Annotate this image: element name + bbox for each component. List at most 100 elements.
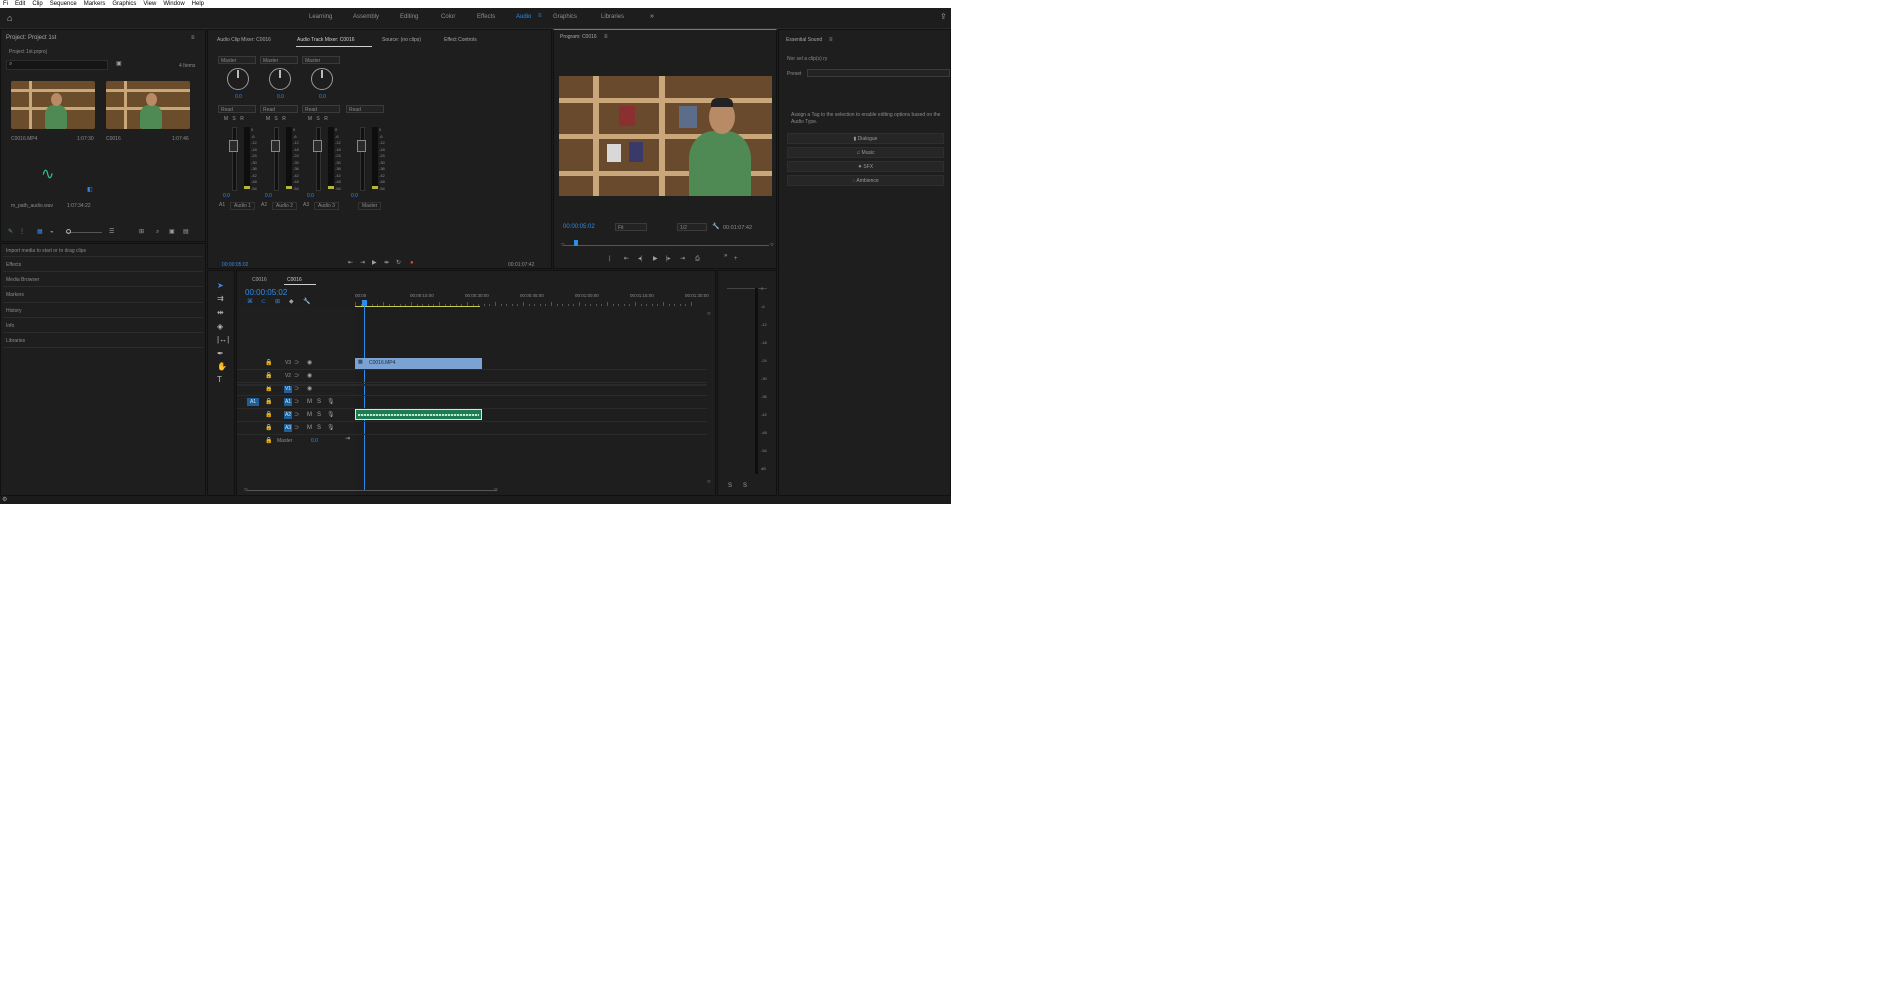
voiceover-mic-icon[interactable]: 🎙 — [327, 399, 335, 405]
pan-value-0[interactable]: 0.0 — [235, 94, 242, 100]
type-tool-icon[interactable]: T — [217, 375, 222, 384]
freeform-view-icon[interactable]: ◒ — [50, 229, 54, 235]
solo-button-1[interactable]: S — [272, 115, 280, 123]
tab-audio-clip-mixer[interactable]: Audio Clip Mixer: C0016 — [217, 37, 271, 43]
play-icon[interactable]: ▶ — [372, 260, 377, 266]
mark-out-icon[interactable]: ⇥ — [680, 256, 685, 262]
track-lock-icon[interactable]: 🔒 — [265, 360, 272, 366]
timeline-settings-icon[interactable]: 🔧 — [303, 299, 310, 305]
automate-icon[interactable]: ⊞ — [139, 229, 144, 235]
nest-icon[interactable]: ⌘ — [247, 299, 253, 305]
workspace-tab-effects[interactable]: Effects — [477, 14, 495, 20]
source-patch-a1[interactable]: A1 — [247, 398, 259, 406]
project-search-input[interactable] — [6, 60, 108, 70]
automation-select-3[interactable]: Read — [346, 105, 384, 113]
panel-libraries[interactable]: Libraries — [6, 338, 25, 344]
program-video-frame[interactable] — [559, 76, 772, 196]
project-clip-thumbnail-1[interactable] — [11, 81, 95, 129]
menu-item-1[interactable]: Edit — [15, 0, 25, 8]
add-marker-icon[interactable]: | — [609, 256, 611, 262]
track-lock-icon[interactable]: 🔒 — [265, 373, 272, 379]
panel-history[interactable]: History — [6, 308, 22, 314]
menu-item-0[interactable]: Fi — [3, 0, 8, 8]
program-timecode[interactable]: 00:00:05:02 — [563, 224, 595, 230]
go-to-end-icon[interactable]: ⇥ — [345, 436, 350, 442]
volume-fader-handle-2[interactable] — [313, 140, 322, 152]
tab-audio-track-mixer[interactable]: Audio Track Mixer: C0016 — [297, 37, 355, 43]
volume-value-1[interactable]: 0.0 — [265, 193, 272, 199]
essential-sound-title[interactable]: Essential Sound — [786, 37, 822, 43]
video-clip[interactable]: ▩ C0016.MP4 — [355, 358, 482, 369]
mute-track-icon[interactable]: M — [307, 412, 312, 418]
solo-right-icon[interactable]: S — [743, 483, 747, 489]
menu-item-5[interactable]: Graphics — [112, 0, 136, 8]
eye-icon[interactable]: ◉ — [307, 386, 312, 392]
eye-icon[interactable]: ◉ — [307, 373, 312, 379]
volume-value-0[interactable]: 0.0 — [223, 193, 230, 199]
go-to-in-icon[interactable]: ⇤ — [348, 260, 353, 266]
sfx-button[interactable]: ✷ SFX — [787, 161, 944, 172]
workspace-tab-libraries[interactable]: Libraries — [601, 14, 624, 20]
track-lock-icon[interactable]: 🔒 — [265, 399, 272, 405]
record-arm-button-2[interactable]: R — [322, 115, 330, 123]
volume-fader-0[interactable] — [232, 127, 237, 191]
volume-value-3[interactable]: 0.0 — [351, 193, 358, 199]
program-play-icon[interactable]: ▶ — [653, 256, 658, 262]
export-frame-icon[interactable]: ⎙ — [695, 256, 700, 262]
program-playhead[interactable] — [574, 240, 578, 246]
h-scroll-right-handle-icon[interactable]: ○ — [494, 487, 498, 493]
pan-knob-1[interactable] — [269, 68, 291, 90]
record-arm-button-0[interactable]: R — [238, 115, 246, 123]
automation-select-2[interactable]: Read — [302, 105, 340, 113]
hand-tool-icon[interactable]: ✋ — [217, 362, 227, 371]
video-audio-divider[interactable] — [237, 384, 707, 386]
mute-button-2[interactable]: M — [306, 115, 314, 123]
workspace-tab-assembly[interactable]: Assembly — [353, 14, 379, 20]
timeline-tab-2[interactable]: C0016 — [287, 277, 302, 283]
volume-fader-3[interactable] — [360, 127, 365, 191]
automation-select-0[interactable]: Read — [218, 105, 256, 113]
tab-effect-controls[interactable]: Effect Controls — [444, 37, 477, 43]
track-lock-icon[interactable]: 🔒 — [265, 386, 272, 392]
list-view-icon[interactable]: ⋮ — [19, 229, 25, 235]
volume-fader-handle-1[interactable] — [271, 140, 280, 152]
wrench-icon[interactable]: 🔧 — [712, 224, 719, 230]
icon-view-icon[interactable]: ▦ — [37, 229, 43, 235]
work-area-bar[interactable] — [355, 306, 480, 307]
solo-track-icon[interactable]: S — [317, 399, 321, 405]
selection-tool-icon[interactable]: ➤ — [217, 281, 224, 290]
sync-lock-icon[interactable]: ⊃ — [294, 412, 299, 418]
channel-name-0[interactable]: Audio 1 — [230, 202, 255, 210]
track-label[interactable]: A3 — [284, 424, 292, 432]
pen-tool-icon[interactable]: ✒ — [217, 349, 224, 358]
program-panel-menu-icon[interactable]: ≡ — [604, 34, 608, 40]
tab-source[interactable]: Source: (no clips) — [382, 37, 421, 43]
audio-clip[interactable] — [355, 409, 482, 420]
voiceover-mic-icon[interactable]: 🎙 — [327, 412, 335, 418]
time-ruler[interactable]: 00:00 00:00:15:00 00:00:30:00 00:00:45:00 00… — [355, 291, 709, 307]
sort-icon[interactable]: ☰ — [109, 229, 114, 235]
step-forward-icon[interactable]: |▸ — [666, 256, 671, 262]
dialogue-button[interactable]: ▮ Dialogue — [787, 133, 944, 144]
ripple-edit-tool-icon[interactable]: ⇹ — [217, 308, 224, 317]
project-panel-title[interactable]: Project: Project 1st — [6, 35, 56, 41]
pan-value-1[interactable]: 0.0 — [277, 94, 284, 100]
solo-track-icon[interactable]: S — [317, 412, 321, 418]
workspace-tab-color[interactable]: Color — [441, 14, 455, 20]
slip-tool-icon[interactable]: |↔| — [217, 335, 229, 344]
pan-value-2[interactable]: 0.0 — [319, 94, 326, 100]
eye-icon[interactable]: ◉ — [307, 360, 312, 366]
scrubber-left-handle-icon[interactable]: ○ — [561, 242, 565, 248]
menu-item-6[interactable]: View — [143, 0, 156, 8]
sync-lock-icon[interactable]: ⊃ — [294, 386, 299, 392]
mute-track-icon[interactable]: M — [307, 425, 312, 431]
solo-track-icon[interactable]: S — [317, 425, 321, 431]
snap-icon[interactable]: ⊂ — [261, 299, 266, 305]
music-button[interactable]: ♫ Music — [787, 147, 944, 158]
quality-select[interactable]: 1/2 — [677, 223, 707, 231]
go-to-out-icon[interactable]: ⇥ — [360, 260, 365, 266]
share-icon[interactable]: ⇪ — [940, 12, 947, 21]
zoom-slider[interactable] — [66, 232, 102, 233]
track-lock-icon[interactable]: 🔒 — [265, 425, 272, 431]
pan-knob-0[interactable] — [227, 68, 249, 90]
